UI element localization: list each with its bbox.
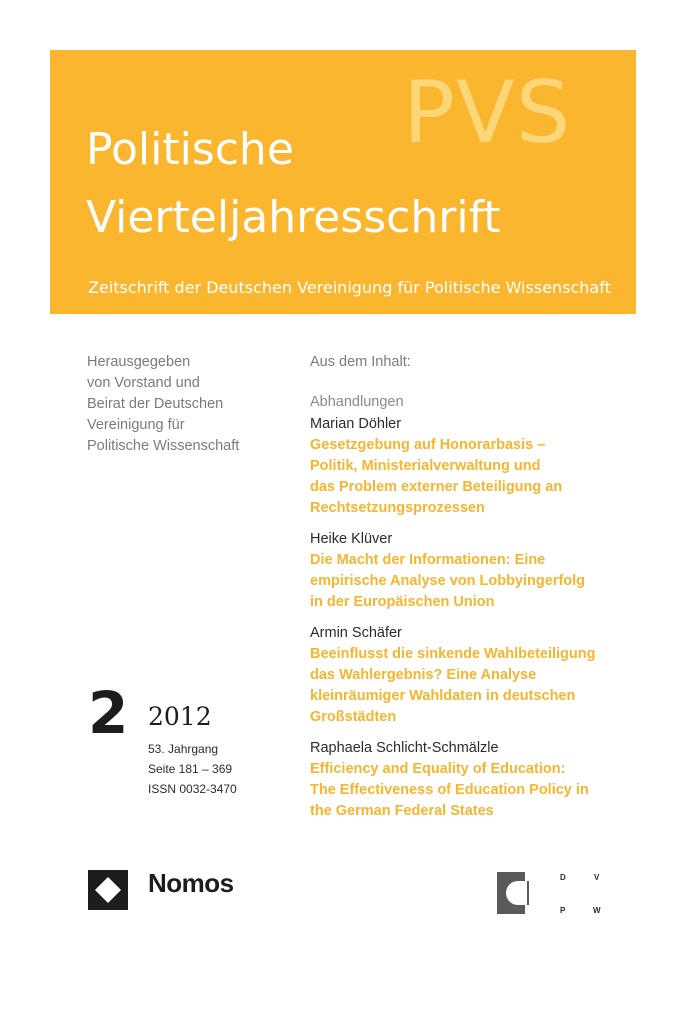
article-title-line: empirische Analyse von Lobbyingerfolg: [310, 573, 586, 589]
dvpw-letter-w: W: [593, 906, 601, 915]
editors-line: Beirat der Deutschen: [87, 396, 224, 412]
dvpw-letter-v: V: [594, 873, 600, 882]
article-author: Heike Klüver: [310, 531, 393, 547]
nomos-logo-icon: [88, 870, 128, 910]
issue-year: 2012: [148, 702, 212, 731]
editors-line: Vereinigung für: [87, 417, 185, 433]
dvpw-letter-p: P: [560, 906, 566, 915]
journal-subtitle: Zeitschrift der Deutschen Vereinigung fü…: [88, 278, 611, 297]
article-title-line: kleinräumiger Wahldaten in deutschen: [310, 688, 576, 704]
article-title-line: das Problem externer Beteiligung an: [310, 479, 563, 495]
article-author: Raphaela Schlicht-Schmälzle: [310, 740, 499, 756]
editors-block: Herausgegeben von Vorstand und Beirat de…: [87, 352, 297, 457]
article-title-line: the German Federal States: [310, 803, 494, 819]
article-author: Armin Schäfer: [310, 625, 402, 641]
article-title-line: The Effectiveness of Education Policy in: [310, 782, 589, 798]
journal-acronym: PVS: [403, 63, 572, 163]
article-title: Gesetzgebung auf Honorarbasis – Politik,…: [310, 435, 630, 519]
dvpw-emblem-icon: [497, 872, 539, 914]
issue-meta: 53. Jahrgang Seite 181 – 369 ISSN 0032-3…: [148, 739, 237, 799]
article-title-line: Politik, Ministerialverwaltung und: [310, 458, 541, 474]
issn-label: ISSN 0032-3470: [148, 782, 237, 796]
section-heading: Abhandlungen: [310, 394, 404, 410]
publisher-name: Nomos: [148, 868, 234, 898]
journal-title-line-1: Politische: [86, 124, 294, 175]
pages-label: Seite 181 – 369: [148, 762, 233, 776]
article-title: Beeinflusst die sinkende Wahlbeteiligung…: [310, 644, 630, 728]
article-title-line: Efficiency and Equality of Education:: [310, 761, 566, 777]
editors-line: Herausgegeben: [87, 354, 191, 370]
article-title-line: Großstädten: [310, 709, 397, 725]
article-title-line: Beeinflusst die sinkende Wahlbeteiligung: [310, 646, 596, 662]
article-title-line: Rechtsetzungsprozessen: [310, 500, 485, 516]
editors-line: von Vorstand und: [87, 375, 200, 391]
article-author: Marian Döhler: [310, 416, 402, 432]
article-title: Efficiency and Equality of Education: Th…: [310, 759, 630, 822]
article-title: Die Macht der Informationen: Eine empiri…: [310, 550, 630, 613]
volume-label: 53. Jahrgang: [148, 742, 219, 756]
contents-heading: Aus dem Inhalt:: [310, 354, 411, 370]
issue-number: 2: [88, 679, 129, 747]
article-title-line: in der Europäischen Union: [310, 594, 495, 610]
dvpw-letter-d: D: [560, 873, 566, 882]
editors-line: Politische Wissenschaft: [87, 438, 240, 454]
article-title-line: Gesetzgebung auf Honorarbasis –: [310, 437, 546, 453]
journal-title-line-2: Vierteljahresschrift: [86, 192, 501, 243]
table-of-contents: Aus dem Inhalt: Abhandlungen Marian Döhl…: [310, 352, 630, 822]
article-title-line: das Wahlergebnis? Eine Analyse: [310, 667, 537, 683]
article-title-line: Die Macht der Informationen: Eine: [310, 552, 546, 568]
